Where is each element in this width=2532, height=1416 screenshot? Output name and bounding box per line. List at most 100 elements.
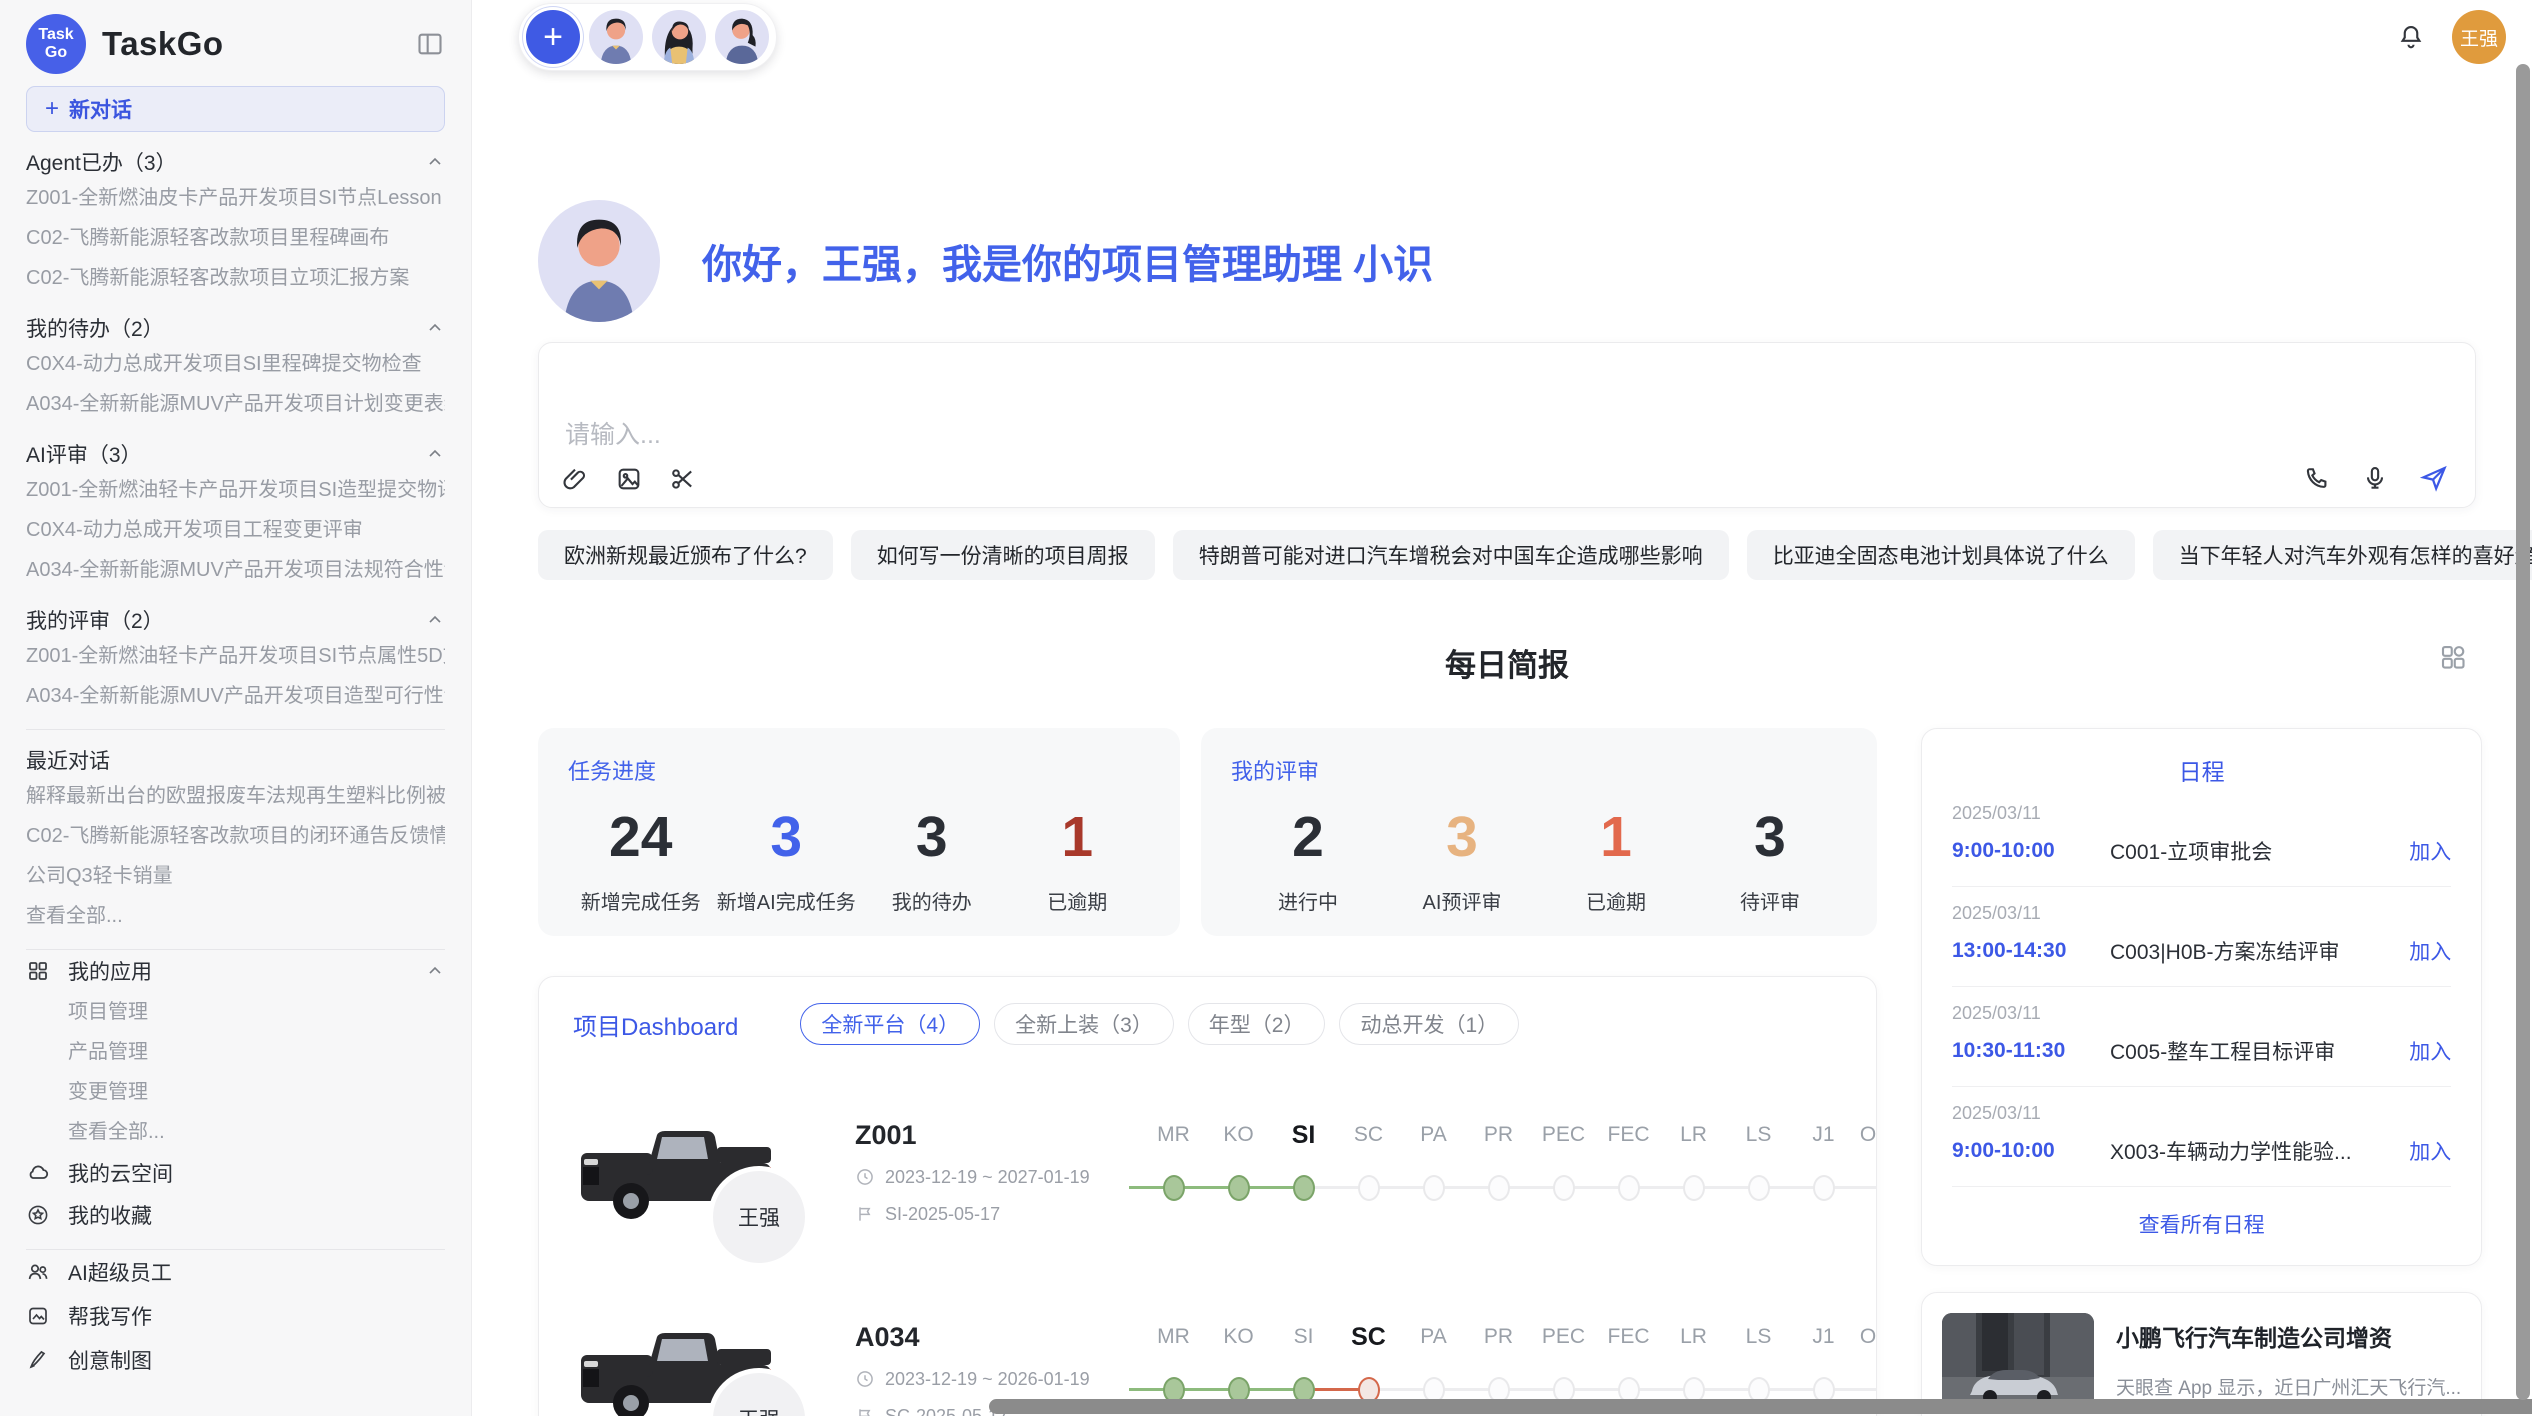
conversation-item[interactable]: Z001-全新燃油皮卡产品开发项目SI节点Lesson Learn报告 — [26, 178, 445, 218]
stat-value: 3 — [1385, 804, 1539, 870]
milestone-dot-pec — [1553, 1175, 1575, 1201]
join-link[interactable]: 加入 — [2409, 836, 2451, 866]
clock-icon — [855, 1167, 875, 1187]
microphone-icon[interactable] — [2361, 464, 2389, 492]
conversation-item[interactable]: 公司Q3轻卡销量 — [26, 856, 445, 896]
conversation-item[interactable]: C02-飞腾新能源轻客改款项目里程碑画布 — [26, 218, 445, 258]
conversation-item[interactable]: C02-飞腾新能源轻客改款项目立项汇报方案 — [26, 258, 445, 298]
stat-value: 1 — [1005, 804, 1151, 870]
paperclip-icon[interactable] — [561, 465, 589, 493]
scissors-icon[interactable] — [669, 465, 697, 493]
chat-input[interactable] — [539, 343, 2475, 455]
chevron-up-icon[interactable] — [425, 318, 445, 338]
new-chat-button[interactable]: + 新对话 — [26, 86, 445, 132]
conversation-item[interactable]: C0X4-动力总成开发项目工程变更评审 — [26, 510, 445, 550]
stat-item: 3AI预评审 — [1385, 804, 1539, 915]
sidebar-collapse-icon[interactable] — [415, 30, 445, 58]
milestone-dot-si — [1293, 1175, 1315, 1201]
sidebar-section-header-3[interactable]: 我的评审（2） — [26, 604, 445, 636]
member-avatar[interactable] — [652, 10, 706, 64]
conversation-item[interactable]: Z001-全新燃油轻卡产品开发项目SI节点属性5D文件评审 — [26, 636, 445, 676]
sidebar-section-header-0[interactable]: Agent已办（3） — [26, 146, 445, 178]
view-all-schedule-link[interactable]: 查看所有日程 — [1952, 1187, 2451, 1249]
member-avatar[interactable] — [589, 10, 643, 64]
sidebar-section-header-2[interactable]: AI评审（3） — [26, 438, 445, 470]
stat-label: 进行中 — [1231, 886, 1385, 915]
sidebar-item-cloud-space[interactable]: 我的云空间 — [26, 1152, 445, 1194]
schedule-time: 9:00-10:00 — [1952, 839, 2110, 863]
conversation-item[interactable]: A034-全新新能源MUV产品开发项目法规符合性评审 — [26, 550, 445, 590]
add-member-button[interactable]: + — [526, 10, 580, 64]
stat-label: 我的待办 — [859, 886, 1005, 915]
view-all-apps-link[interactable]: 查看全部... — [26, 1112, 445, 1152]
stat-label: 待评审 — [1693, 886, 1847, 915]
phone-icon[interactable] — [2303, 464, 2331, 492]
suggestion-chip[interactable]: 欧洲新规最近颁布了什么? — [538, 530, 833, 580]
recent-conversations-header[interactable]: 最近对话 — [26, 744, 445, 776]
dashboard-filter-chip[interactable]: 全新上装（3） — [994, 1003, 1174, 1045]
suggestion-chip[interactable]: 当下年轻人对汽车外观有怎样的喜好趋势 — [2153, 530, 2532, 580]
stat-item: 24新增完成任务 — [568, 804, 714, 915]
sidebar-tool-item[interactable]: 帮我写作 — [26, 1294, 445, 1338]
view-all-conversations-link[interactable]: 查看全部... — [26, 896, 445, 936]
dashboard-filter-chip[interactable]: 全新平台（4） — [800, 1003, 980, 1045]
dashboard-filter-chip[interactable]: 年型（2） — [1188, 1003, 1326, 1045]
milestone-dot-lr — [1683, 1175, 1705, 1201]
chevron-up-icon[interactable] — [425, 444, 445, 464]
milestone-label: OKTB — [1856, 1112, 1877, 1158]
write-icon — [26, 1304, 52, 1328]
join-link[interactable]: 加入 — [2409, 936, 2451, 966]
sidebar-tool-item[interactable]: 创意制图 — [26, 1338, 445, 1382]
sidebar-item-my-apps[interactable]: 我的应用 — [26, 950, 445, 992]
schedule-item: 2025/03/119:00-10:00C001-立项审批会加入 — [1952, 787, 2451, 887]
news-title: 小鹏飞行汽车制造公司增资 — [2116, 1319, 2461, 1353]
join-link[interactable]: 加入 — [2409, 1036, 2451, 1066]
project-row[interactable]: 王强Z0012023-12-19 ~ 2027-01-19SI-2025-05-… — [573, 1097, 1842, 1247]
user-avatar[interactable]: 王强 — [2452, 10, 2506, 64]
conversation-item[interactable]: 解释最新出台的欧盟报废车法规再生塑料比例被调至15%... — [26, 776, 445, 816]
conversation-item[interactable]: C02-飞腾新能源轻客改款项目的闭环通告反馈情况 — [26, 816, 445, 856]
milestone-dot-mr — [1163, 1175, 1185, 1201]
vertical-scrollbar[interactable] — [2516, 64, 2530, 1400]
stat-card-title: 我的评审 — [1231, 754, 1847, 786]
app-link[interactable]: 项目管理 — [26, 992, 445, 1032]
project-image: 王强 — [573, 1097, 799, 1247]
star-badge-icon — [26, 1203, 52, 1227]
app-title: TaskGo — [102, 25, 224, 63]
stat-label: 新增完成任务 — [568, 886, 714, 915]
stat-value: 3 — [859, 804, 1005, 870]
milestone-track — [1141, 1388, 1877, 1392]
conversation-item[interactable]: A034-全新新能源MUV产品开发项目计划变更表编写 — [26, 384, 445, 424]
layout-grid-icon[interactable] — [2438, 642, 2468, 677]
notification-bell-icon[interactable] — [2396, 22, 2426, 52]
milestone-label: PA — [1401, 1314, 1466, 1360]
menu-label: 我的云空间 — [68, 1158, 173, 1188]
chevron-up-icon[interactable] — [425, 610, 445, 630]
app-link[interactable]: 变更管理 — [26, 1072, 445, 1112]
cloud-icon — [26, 1161, 52, 1185]
suggestion-chip[interactable]: 比亚迪全固态电池计划具体说了什么 — [1747, 530, 2135, 580]
horizontal-scrollbar[interactable] — [989, 1399, 2532, 1414]
milestone-label: LR — [1661, 1314, 1726, 1360]
suggestion-chip[interactable]: 如何写一份清晰的项目周报 — [851, 530, 1155, 580]
schedule-item: 2025/03/1113:00-14:30C003|H0B-方案冻结评审加入 — [1952, 887, 2451, 987]
tool-label: 帮我写作 — [68, 1301, 152, 1331]
news-card[interactable]: 小鹏飞行汽车制造公司增资 天眼查 App 显示，近日广州汇天飞行汽... — [1921, 1292, 2482, 1416]
suggestion-chip[interactable]: 特朗普可能对进口汽车增税会对中国车企造成哪些影响 — [1173, 530, 1729, 580]
app-link[interactable]: 产品管理 — [26, 1032, 445, 1072]
member-avatar[interactable] — [715, 10, 769, 64]
milestone-labels: MRKOSISCPAPRPECFECLRLSJ1OKTB — [1141, 1112, 1877, 1158]
send-icon[interactable] — [2419, 463, 2449, 493]
project-dashboard-card: 项目Dashboard 全新平台（4）全新上装（3）年型（2）动总开发（1） 王… — [538, 976, 1877, 1416]
conversation-item[interactable]: C0X4-动力总成开发项目SI里程碑提交物检查 — [26, 344, 445, 384]
chevron-up-icon[interactable] — [425, 152, 445, 172]
conversation-item[interactable]: Z001-全新燃油轻卡产品开发项目SI造型提交物评审 — [26, 470, 445, 510]
sidebar-tool-item[interactable]: AI超级员工 — [26, 1250, 445, 1294]
image-icon[interactable] — [615, 465, 643, 493]
conversation-item[interactable]: A034-全新新能源MUV产品开发项目造型可行性评审 — [26, 676, 445, 716]
join-link[interactable]: 加入 — [2409, 1136, 2451, 1166]
sidebar-item-favorites[interactable]: 我的收藏 — [26, 1194, 445, 1236]
sidebar-section-header-1[interactable]: 我的待办（2） — [26, 312, 445, 344]
dashboard-filter-chip[interactable]: 动总开发（1） — [1339, 1003, 1519, 1045]
chevron-up-icon[interactable] — [425, 961, 445, 981]
